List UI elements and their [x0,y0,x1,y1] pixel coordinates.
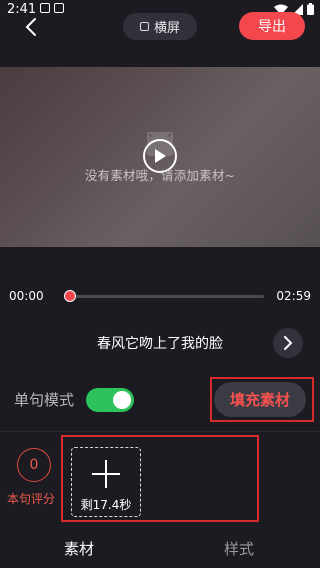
notification-icon [54,3,64,13]
empty-material-hint: 没有素材哦，请添加素材~ [84,168,236,183]
current-time: 00:00 [9,289,44,303]
single-line-mode-toggle[interactable] [86,388,134,412]
single-line-mode-label: 单句模式 [14,391,75,409]
tab-style[interactable]: 样式 [224,538,254,559]
back-button[interactable] [18,14,44,40]
remaining-time: 剩17.4秒 [80,498,132,512]
plus-icon [92,460,120,488]
landscape-icon [139,22,149,31]
landscape-button[interactable]: 横屏 [123,13,197,40]
play-icon [155,149,166,163]
export-button[interactable]: 导出 [239,12,305,40]
line-score-badge: 0 [17,448,51,482]
back-arrow-icon [25,18,36,36]
tab-material[interactable]: 素材 [64,538,94,559]
progress-thumb[interactable] [64,290,76,302]
toggle-knob [113,391,131,409]
line-score-label: 本句评分 [7,492,56,506]
divider [0,431,320,432]
fill-material-button[interactable]: 填充素材 [214,382,306,417]
landscape-label: 横屏 [153,21,180,36]
total-time: 02:59 [276,289,311,303]
battery-icon [307,3,314,15]
status-notification-icons [40,3,64,13]
video-preview[interactable]: 没有素材哦，请添加素材~ [0,67,320,247]
progress-track[interactable] [70,295,264,298]
chevron-right-icon [284,336,293,350]
song-title: 春风它吻上了我的脸 [97,336,223,352]
next-line-button[interactable] [273,328,303,358]
notification-icon [40,3,50,13]
